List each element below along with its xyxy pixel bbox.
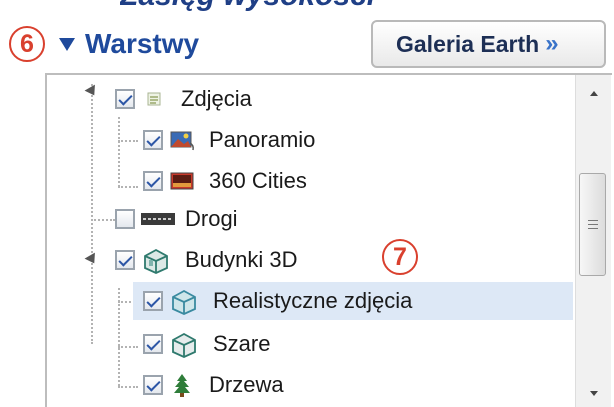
roads-icon	[141, 208, 175, 230]
layer-checkbox[interactable]	[143, 334, 163, 354]
tree-item-label: Szare	[213, 331, 271, 356]
tree-item-realistic-photos[interactable]: Realistyczne zdjęcia	[133, 282, 573, 320]
tree-item-label: Realistyczne zdjęcia	[213, 288, 413, 313]
layers-tree-panel[interactable]	[45, 73, 612, 407]
layers-title: Warstwy	[85, 28, 200, 59]
earth-gallery-button[interactable]: Galeria Earth »	[371, 20, 606, 68]
tree-connector	[118, 386, 138, 388]
vertical-scrollbar[interactable]	[575, 75, 611, 407]
gray-building-icon	[169, 329, 199, 359]
tree-item-panoramio[interactable]: Panoramio	[143, 121, 315, 159]
tree-item-szare[interactable]: Szare	[143, 325, 270, 363]
tree-item-label: Drzewa	[209, 372, 284, 397]
tree-item-label: Drogi	[185, 206, 238, 231]
3d-buildings-icon	[141, 245, 171, 275]
layer-checkbox[interactable]	[143, 291, 163, 311]
panoramio-photo-icon	[169, 129, 195, 151]
grip-icon	[587, 220, 598, 229]
cropped-caption: Zasięg wysokości	[120, 0, 400, 14]
tree-icon	[169, 374, 195, 397]
360-cities-photo-icon	[169, 170, 195, 192]
callout-badge-number: 6	[20, 29, 34, 58]
layer-checkbox[interactable]	[143, 130, 163, 150]
tree-connector	[118, 117, 120, 187]
tree-item-budynki-3d[interactable]: Budynki 3D	[115, 241, 298, 279]
tree-item-label: 360 Cities	[209, 168, 307, 193]
tree-item-label: Zdjęcia	[181, 86, 252, 111]
layer-checkbox[interactable]	[115, 89, 135, 109]
scrollbar-thumb[interactable]	[579, 173, 606, 276]
layer-checkbox[interactable]	[115, 209, 135, 229]
tree-item-zdjecia[interactable]: Zdjęcia	[115, 80, 252, 118]
tree-connector	[118, 186, 138, 188]
layer-checkbox[interactable]	[143, 171, 163, 191]
layers-header[interactable]: Warstwy	[57, 24, 199, 64]
tree-item-drogi[interactable]: Drogi	[115, 200, 238, 238]
earth-gallery-label: Galeria Earth	[396, 30, 540, 57]
tree-item-360-cities[interactable]: 360 Cities	[143, 162, 307, 200]
callout-badge: 6	[9, 26, 45, 62]
layer-checkbox[interactable]	[143, 375, 163, 395]
scroll-down-arrow-icon[interactable]	[576, 379, 611, 407]
callout-badge: 7	[382, 239, 418, 275]
cropped-caption-text: Zasięg wysokości	[120, 0, 375, 13]
tree-connector	[118, 346, 138, 348]
scroll-up-arrow-icon[interactable]	[576, 79, 611, 107]
callout-badge-number: 7	[393, 242, 407, 271]
tree-connector	[91, 219, 115, 221]
photos-layer-icon	[141, 88, 167, 110]
tree-connector	[91, 84, 93, 344]
tree-item-drzewa[interactable]: Drzewa	[143, 366, 284, 404]
tree-item-label: Budynki 3D	[185, 247, 298, 272]
realistic-building-icon	[169, 286, 199, 316]
tree-connector	[118, 140, 138, 142]
collapse-triangle-icon[interactable]	[57, 34, 77, 54]
layer-checkbox[interactable]	[115, 250, 135, 270]
double-chevron-right-icon: »	[545, 30, 558, 57]
tree-item-label: Panoramio	[209, 127, 316, 152]
